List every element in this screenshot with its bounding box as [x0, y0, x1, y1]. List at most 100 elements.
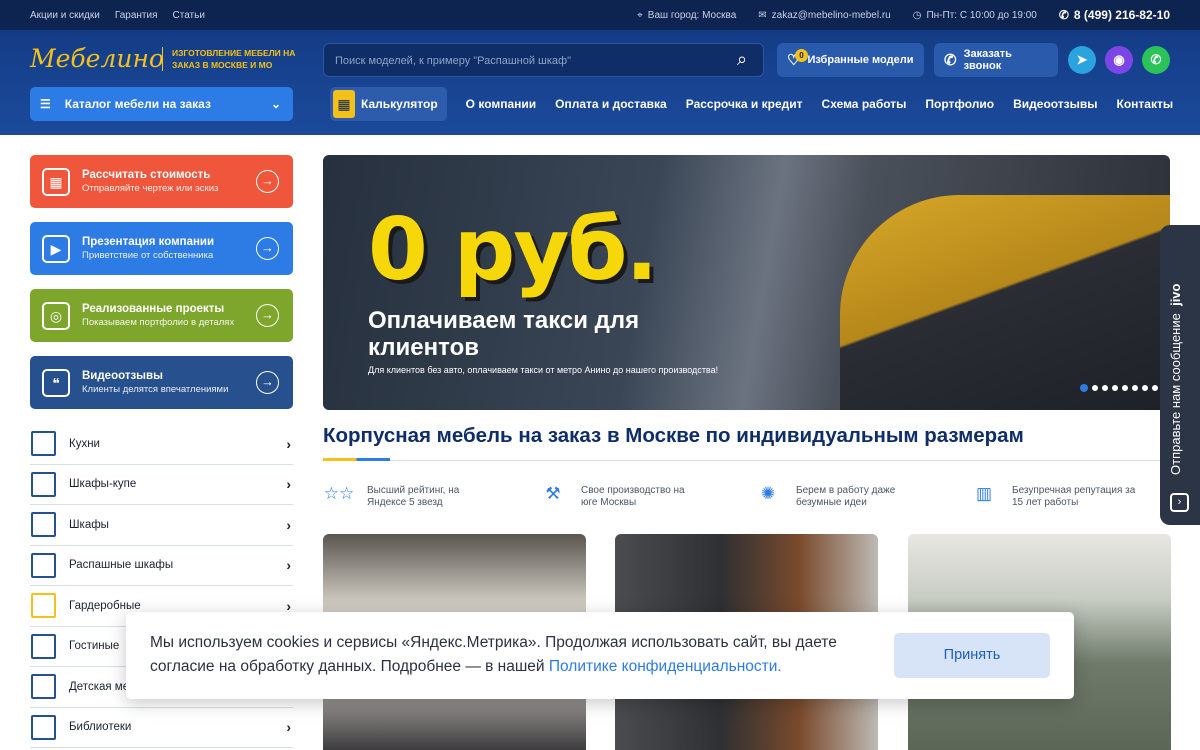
phone-link[interactable]: ✆ 8 (499) 216-82-10 [1059, 8, 1170, 22]
logo[interactable]: Мебелино [30, 44, 164, 73]
calculator-button[interactable]: ▦ Калькулятор [330, 87, 447, 121]
calculator-label: Калькулятор [361, 97, 438, 111]
slider-dot[interactable] [1112, 385, 1118, 391]
callback-button[interactable]: ✆ Заказать звонок [934, 43, 1058, 77]
card-subtitle: Приветствие от собственника [82, 250, 214, 261]
card-title: Презентация компании [82, 236, 215, 248]
cookie-banner: Мы используем cookies и сервисы «Яндекс.… [126, 612, 1074, 699]
chat-widget-tab[interactable]: Отправьте нам сообщение jivo › [1160, 225, 1200, 525]
hero-headline: Оплачиваем такси для клиентов [368, 307, 640, 361]
slider-dot[interactable] [1152, 385, 1158, 391]
taxi-car-image [840, 195, 1170, 410]
chat-icon: › [1170, 493, 1189, 512]
living-room-icon [31, 633, 56, 659]
whatsapp-icon[interactable]: ✆ [1142, 46, 1170, 74]
chevron-down-icon: ⌄ [270, 97, 281, 111]
nav-about[interactable]: О компании [466, 97, 537, 111]
kitchen-icon [31, 431, 56, 457]
category-list: Кухни › Шкафы-купе › Шкафы › Распашные шкаф… [30, 424, 293, 748]
catalog-label: Каталог мебели на заказ [64, 97, 211, 111]
chevron-right-icon: › [286, 719, 291, 736]
phone-icon: ✆ [1058, 8, 1069, 22]
nav-portfolio[interactable]: Портфолио [925, 97, 994, 111]
category-label: Шкафы-купе [69, 478, 137, 491]
projects-card[interactable]: ◎ Реализованные проекты Показываем портфо… [30, 289, 293, 342]
kids-furniture-icon [31, 674, 56, 700]
slider-dot[interactable] [1132, 385, 1138, 391]
hammer-icon: ⚒ [545, 484, 561, 503]
menu-icon: ☰ [40, 97, 51, 111]
calculate-cost-card[interactable]: ▦ Рассчитать стоимость Отправляйте чертеж… [30, 155, 293, 208]
promo-link[interactable]: Акции и скидки [30, 10, 100, 21]
favorites-count-badge: 0 [795, 49, 808, 62]
nav-installment[interactable]: Рассрочка и кредит [686, 97, 803, 111]
logo-tagline: Изготовление мебели на заказ в Москве и … [162, 47, 302, 71]
category-wardrobes[interactable]: Шкафы › [30, 505, 293, 546]
slider-dot[interactable] [1142, 385, 1148, 391]
dressing-room-icon [31, 593, 56, 619]
arrow-right-icon: → [256, 237, 279, 260]
email-link[interactable]: ✉ zakaz@mebelino-mebel.ru [758, 10, 890, 21]
category-label: Шкафы [69, 518, 109, 531]
card-subtitle: Клиенты делятся впечатлениями [82, 384, 229, 395]
lightbulb-icon: ✺ [760, 484, 776, 503]
building-icon: ▥ [975, 484, 993, 503]
stars-icon: ☆☆ [323, 484, 355, 503]
privacy-policy-link[interactable]: Политике конфиденциальности. [549, 658, 782, 675]
feature-ideas: ✺ Берем в работу даже безумные идеи [752, 484, 916, 510]
chat-widget-label: Отправьте нам сообщение jivo [1168, 255, 1183, 475]
nav-video-reviews[interactable]: Видеоотзывы [1013, 97, 1097, 111]
city-selector[interactable]: ⌖ Ваш город: Москва [637, 10, 736, 21]
nav-contacts[interactable]: Контакты [1117, 97, 1174, 111]
arrow-right-icon: → [256, 170, 279, 193]
feature-production: ⚒ Свое производство на юге Москвы [537, 484, 691, 510]
accept-cookies-button[interactable]: Принять [894, 633, 1050, 678]
category-libraries[interactable]: Библиотеки › [30, 708, 293, 748]
phone-icon: ✆ [944, 52, 957, 69]
slider-dots[interactable] [1080, 384, 1158, 392]
slider-dot[interactable] [1080, 384, 1088, 392]
catalog-button[interactable]: ☰ Каталог мебели на заказ ⌄ [30, 87, 293, 121]
card-subtitle: Отправляйте чертеж или эскиз [82, 183, 219, 194]
category-hinged-wardrobes[interactable]: Распашные шкафы › [30, 546, 293, 586]
arrow-right-icon: → [256, 304, 279, 327]
library-icon [31, 714, 56, 740]
video-camera-icon: ▶ [42, 234, 70, 263]
nav-work-scheme[interactable]: Схема работы [822, 97, 907, 111]
hinged-wardrobe-icon [31, 552, 56, 578]
mail-icon: ✉ [758, 9, 767, 21]
callback-label: Заказать звонок [963, 48, 1012, 72]
company-presentation-card[interactable]: ▶ Презентация компании Приветствие от соб… [30, 222, 293, 275]
video-reviews-card[interactable]: ❝ Видеоотзывы Клиенты делятся впечатления… [30, 356, 293, 409]
hero-text: Для клиентов без авто, оплачиваем такси … [368, 365, 719, 375]
camera-icon: ◎ [42, 301, 70, 330]
nav-payment-delivery[interactable]: Оплата и доставка [555, 97, 667, 111]
chevron-right-icon: › [286, 476, 291, 493]
chevron-right-icon: › [286, 557, 291, 574]
telegram-icon[interactable]: ➤ [1068, 46, 1096, 74]
feature-text: Безупречная репутация за 15 лет работы [1012, 485, 1136, 508]
slider-dot[interactable] [1102, 385, 1108, 391]
page-title: Корпусная мебель на заказ в Москве по ин… [323, 424, 1024, 447]
articles-link[interactable]: Статьи [173, 10, 205, 21]
category-sliding-wardrobes[interactable]: Шкафы-купе › [30, 465, 293, 505]
search-input[interactable]: Поиск моделей, к примеру "Распашной шкаф… [323, 43, 764, 77]
search-icon[interactable]: ⌕ [731, 49, 753, 71]
category-kitchens[interactable]: Кухни › [30, 424, 293, 465]
category-label: Распашные шкафы [69, 559, 174, 572]
category-label: Гардеробные [69, 599, 141, 612]
card-title: Видеоотзывы [82, 370, 163, 382]
calculator-icon: ▦ [42, 167, 70, 196]
max-messenger-icon[interactable]: ◉ [1105, 46, 1133, 74]
warranty-link[interactable]: Гарантия [115, 10, 158, 21]
favorites-button[interactable]: ♡ 0 Избранные модели [777, 43, 924, 77]
slider-dot[interactable] [1092, 385, 1098, 391]
location-pin-icon: ⌖ [637, 9, 643, 21]
slider-dot[interactable] [1122, 385, 1128, 391]
working-hours: ◷ Пн-Пт: С 10:00 до 19:00 [912, 9, 1037, 21]
feature-rating: ☆☆ Высший рейтинг, на Яндексе 5 звезд [323, 484, 477, 510]
hero-banner[interactable]: 0 руб. Оплачиваем такси для клиентов Для… [323, 155, 1170, 410]
card-title: Рассчитать стоимость [82, 169, 211, 181]
title-divider [323, 460, 1170, 461]
category-label: Гостиные [69, 640, 120, 653]
